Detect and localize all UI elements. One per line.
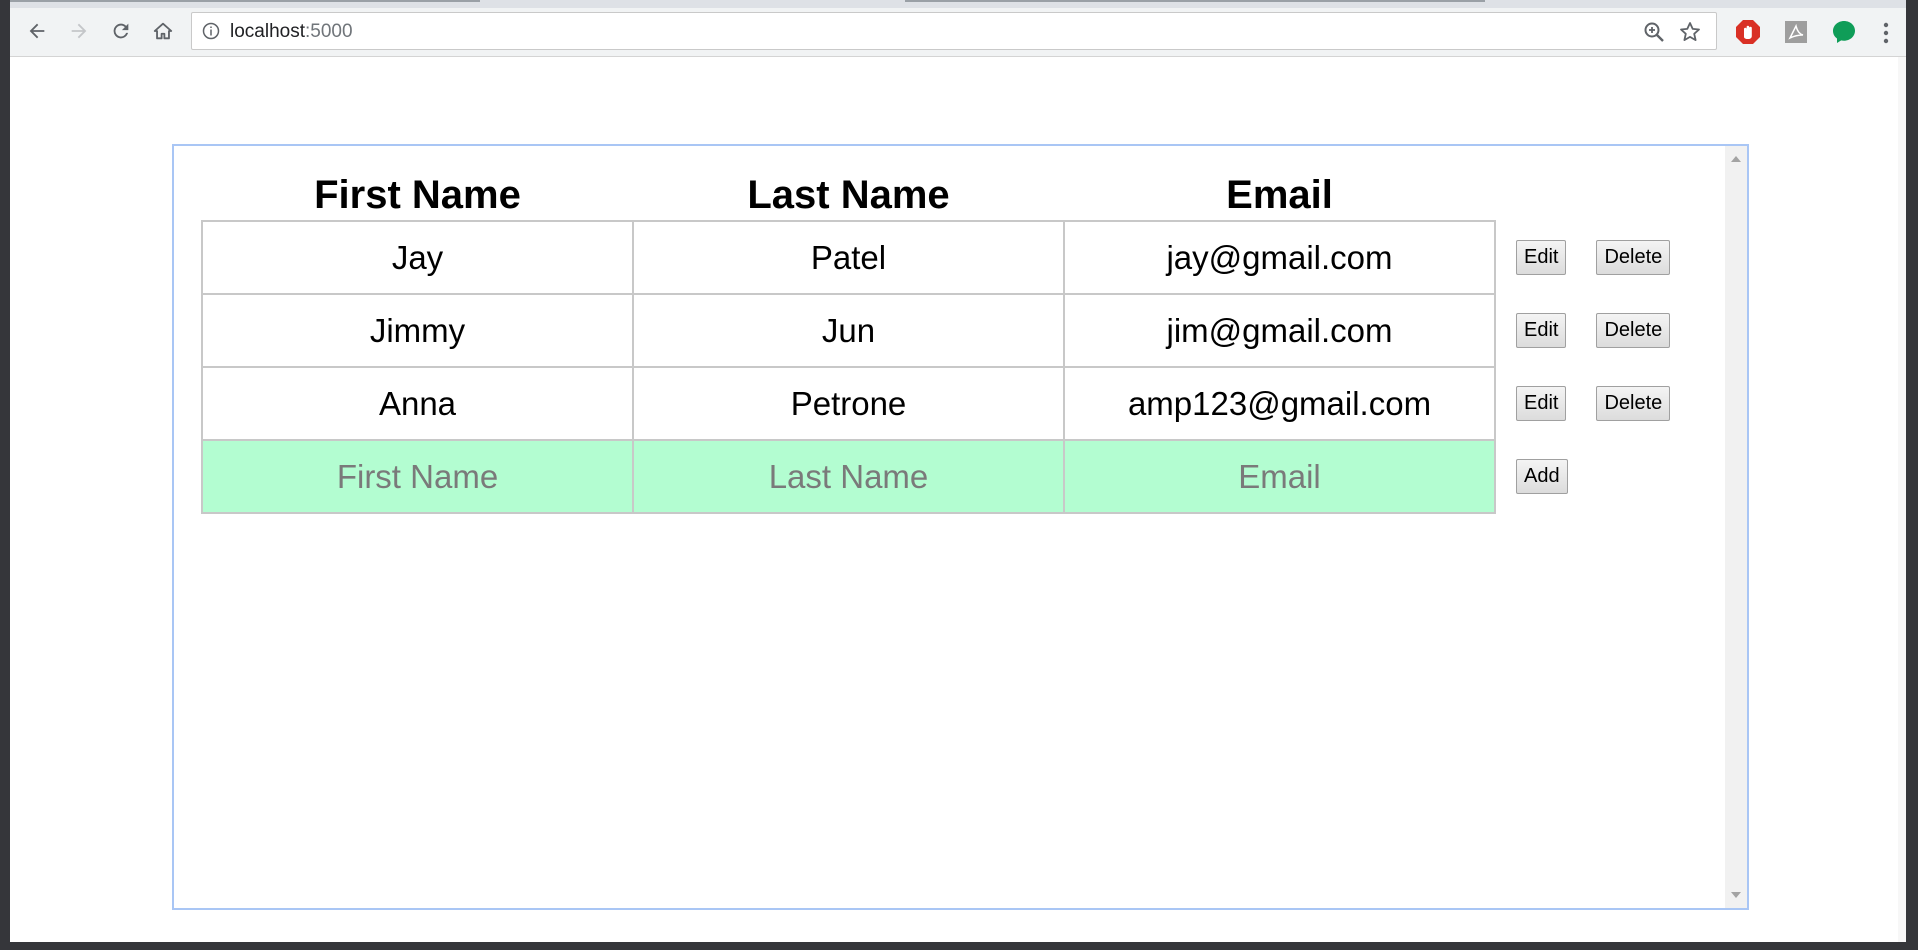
ad-blocker-extension-icon[interactable] <box>1735 19 1761 45</box>
browser-toolbar: localhost:5000 <box>10 8 1906 57</box>
people-table: First Name Last Name Email Jay Patel jay… <box>201 170 1718 514</box>
arrow-right-icon <box>71 23 87 39</box>
zoom-icon[interactable] <box>1642 20 1666 44</box>
edit-button[interactable]: Edit <box>1516 240 1567 275</box>
tab-strip <box>10 0 1906 8</box>
url-port: :5000 <box>305 21 353 42</box>
frame-scrollbar[interactable] <box>1725 146 1747 908</box>
url-host: localhost <box>230 21 305 42</box>
tab-edge <box>10 0 480 2</box>
kebab-menu-icon[interactable] <box>1876 20 1896 46</box>
email-cell: jim@gmail.com <box>1063 293 1496 368</box>
page-scrollbar[interactable] <box>1898 57 1906 942</box>
back-button[interactable] <box>20 14 54 48</box>
address-bar[interactable]: localhost:5000 <box>191 12 1717 50</box>
delete-button[interactable]: Delete <box>1596 240 1671 275</box>
reload-button[interactable] <box>104 14 138 48</box>
star-icon[interactable] <box>1678 20 1702 44</box>
home-button[interactable] <box>146 14 180 48</box>
table-header-row: First Name Last Name Email <box>202 170 1717 221</box>
info-icon[interactable] <box>202 22 220 40</box>
forward-button[interactable] <box>62 14 96 48</box>
reload-icon <box>113 23 129 39</box>
email-cell: amp123@gmail.com <box>1063 366 1496 441</box>
first-name-cell: Anna <box>201 366 634 441</box>
table-row: Jay Patel jay@gmail.com Edit Delete <box>201 220 1717 295</box>
new-last-name-cell <box>632 439 1065 514</box>
email-cell: jay@gmail.com <box>1063 220 1496 295</box>
column-header-first-name: First Name <box>314 172 521 217</box>
row-actions: Edit Delete <box>1495 294 1717 367</box>
home-icon <box>153 22 173 40</box>
first-name-cell: Jimmy <box>201 293 634 368</box>
new-first-name-cell <box>201 439 634 514</box>
last-name-input[interactable] <box>634 442 1063 511</box>
table-row: Jimmy Jun jim@gmail.com Edit Delete <box>201 293 1717 368</box>
url-text: localhost:5000 <box>230 21 353 43</box>
stop-sign-icon <box>1736 20 1760 44</box>
delete-button[interactable]: Delete <box>1596 386 1671 421</box>
new-entry-row: Add <box>201 439 1717 514</box>
delete-button[interactable]: Delete <box>1596 313 1671 348</box>
row-actions: Edit Delete <box>1495 367 1717 440</box>
last-name-cell: Petrone <box>632 366 1065 441</box>
edit-button[interactable]: Edit <box>1516 313 1567 348</box>
chat-extension-icon[interactable] <box>1831 19 1857 45</box>
new-email-cell <box>1063 439 1496 514</box>
tab-edge <box>905 0 1485 2</box>
scroll-down-icon[interactable] <box>1731 892 1741 898</box>
first-name-input[interactable] <box>203 442 632 511</box>
page-viewport: First Name Last Name Email Jay Patel jay… <box>10 57 1906 942</box>
column-header-email: Email <box>1226 172 1333 217</box>
arrow-left-icon <box>29 23 45 39</box>
column-header-last-name: Last Name <box>747 172 950 217</box>
add-button[interactable]: Add <box>1516 459 1568 494</box>
row-actions: Edit Delete <box>1495 221 1717 294</box>
table-row: Anna Petrone amp123@gmail.com Edit Delete <box>201 366 1717 441</box>
pdf-icon <box>1785 21 1807 43</box>
browser-window: localhost:5000 First Name Last Name Emai… <box>10 0 1906 942</box>
column-header-actions <box>1495 170 1717 221</box>
last-name-cell: Patel <box>632 220 1065 295</box>
last-name-cell: Jun <box>632 293 1065 368</box>
edit-button[interactable]: Edit <box>1516 386 1567 421</box>
app-frame: First Name Last Name Email Jay Patel jay… <box>172 144 1749 910</box>
pdf-extension-icon[interactable] <box>1783 19 1809 45</box>
new-row-actions: Add <box>1495 440 1717 513</box>
email-input[interactable] <box>1065 442 1494 511</box>
scroll-up-icon[interactable] <box>1731 156 1741 162</box>
chat-bubble-icon <box>1833 21 1855 43</box>
first-name-cell: Jay <box>201 220 634 295</box>
